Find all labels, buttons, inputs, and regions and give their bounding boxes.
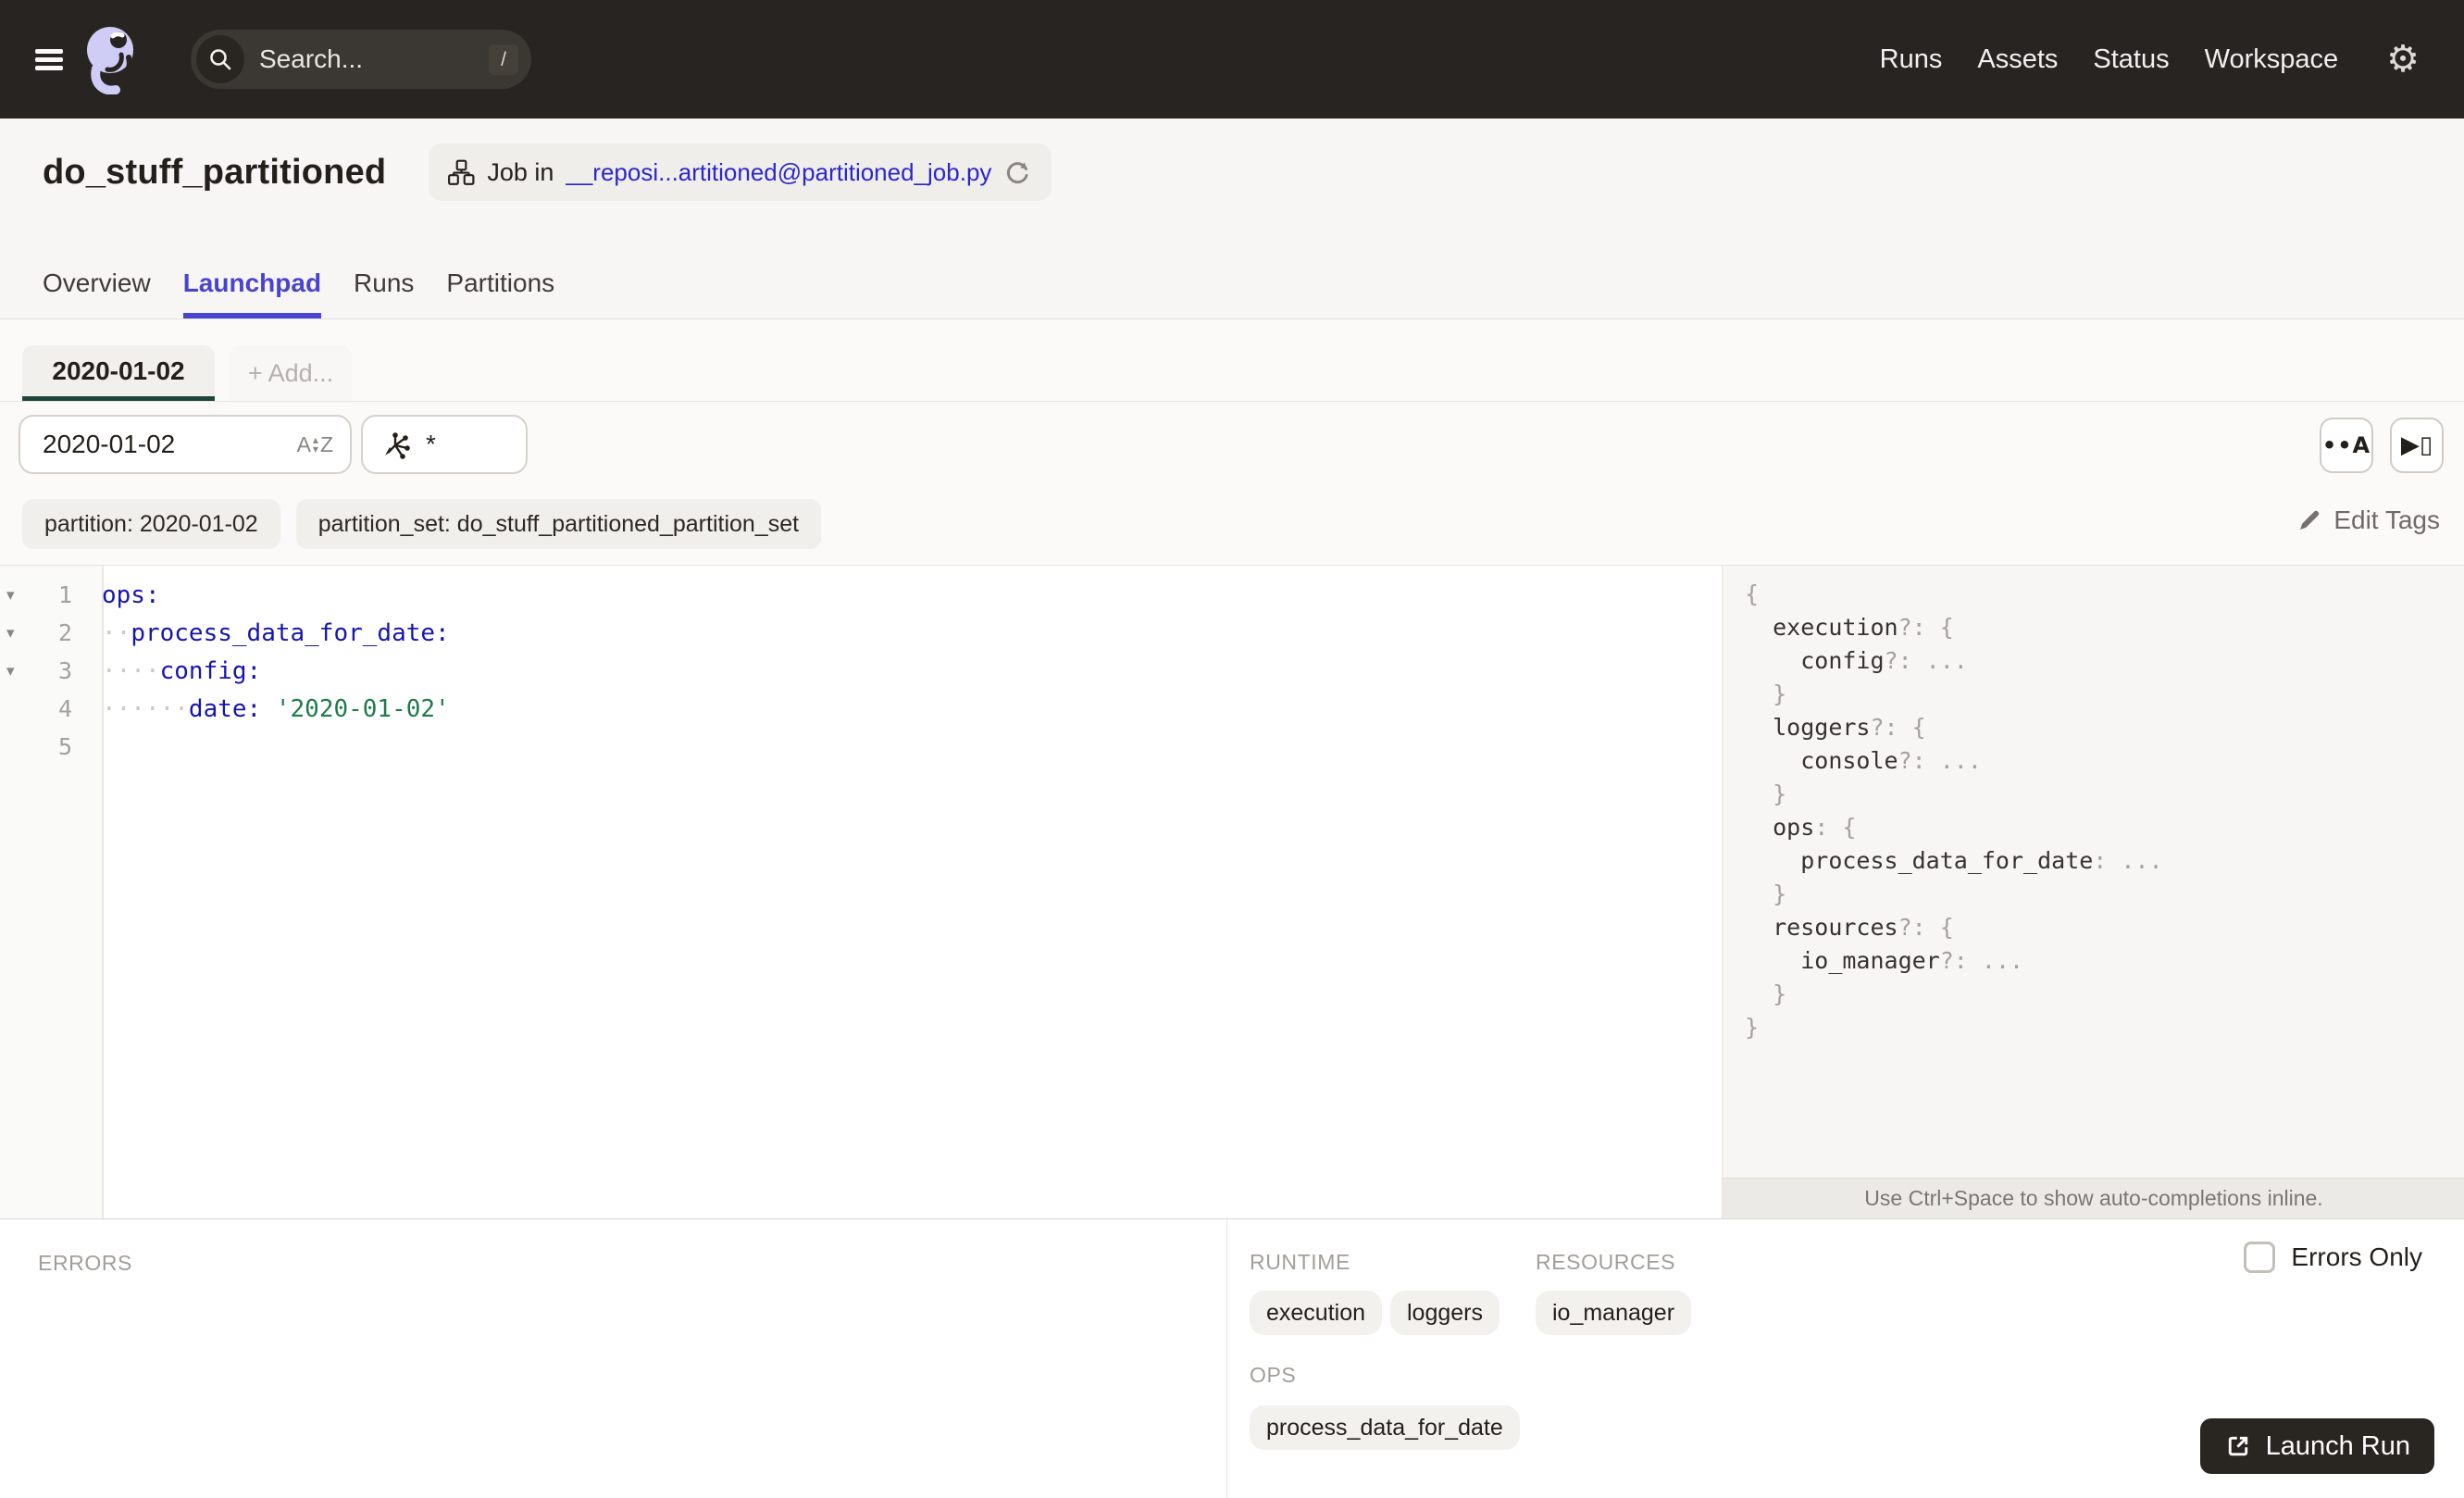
nav-status[interactable]: Status	[2093, 44, 2169, 75]
job-origin-prefix: Job in	[487, 157, 554, 186]
runtime-section-label: RUNTIME	[1250, 1250, 1350, 1274]
config-editor-region: ▾ 1 ops: ▾ 2 ··process_data_for_date: ▾ …	[0, 566, 2464, 1218]
fold-arrow-icon[interactable]: ▾	[0, 662, 26, 680]
search-shortcut-key: /	[489, 44, 518, 75]
op-graph-icon	[381, 429, 413, 460]
dagster-launchpad-page: / Runs Assets Status Workspace ⚙ do_stuf…	[0, 0, 2464, 1498]
editor-line: ▾ 3 ····config:	[0, 652, 1722, 690]
nav-assets[interactable]: Assets	[1977, 44, 2058, 75]
scaffold-config-button[interactable]: ▶▯	[2390, 418, 2444, 473]
fold-arrow-icon[interactable]: ▾	[0, 624, 26, 643]
job-tabs: Overview Launchpad Runs Partitions	[43, 268, 554, 318]
launch-run-label: Launch Run	[2265, 1430, 2410, 1461]
partition-selector[interactable]: A▴▾Z	[19, 415, 352, 474]
tags-row: partition: 2020-01-02 partition_set: do_…	[0, 491, 2464, 566]
editor-line: 5	[0, 728, 1722, 766]
tag-partition-set: partition_set: do_stuff_partitioned_part…	[295, 499, 822, 549]
errors-only-label: Errors Only	[2291, 1242, 2422, 1271]
reload-icon[interactable]	[1003, 157, 1033, 187]
partition-config-tab[interactable]: 2020-01-02	[22, 345, 215, 401]
page-title: do_stuff_partitioned	[43, 152, 387, 192]
edit-tags-label: Edit Tags	[2333, 506, 2440, 534]
op-selector[interactable]: *	[361, 415, 528, 474]
line-number: 5	[57, 733, 72, 760]
op-selector-query: *	[426, 430, 436, 458]
config-schema-tree: { execution?: { config?: ... } loggers?:…	[1745, 580, 2163, 1041]
editor-line: 4 ······date: '2020-01-02'	[0, 690, 1722, 728]
errors-pane: ERRORS	[0, 1219, 1227, 1498]
scope-chip-process-data-for-date[interactable]: process_data_for_date	[1250, 1405, 1520, 1450]
job-graph-icon	[447, 158, 475, 186]
nav-runs[interactable]: Runs	[1880, 44, 1943, 75]
job-origin-pill: Job in __reposi...artitioned@partitioned…	[429, 144, 1052, 201]
launch-external-icon	[2224, 1432, 2252, 1460]
errors-only-control: Errors Only	[2244, 1242, 2422, 1273]
errors-section-label: ERRORS	[38, 1251, 133, 1275]
toggle-autocomplete-button[interactable]: ••A	[2320, 418, 2373, 473]
add-config-tab[interactable]: + Add...	[230, 345, 352, 401]
bottom-panel: ERRORS	[0, 1218, 2464, 1498]
tab-launchpad[interactable]: Launchpad	[182, 268, 322, 318]
autocomplete-hint: Use Ctrl+Space to show auto-completions …	[1723, 1178, 2464, 1218]
editor-line: ▾ 2 ··process_data_for_date:	[0, 614, 1722, 652]
search-input[interactable]	[259, 44, 435, 74]
line-number: 4	[57, 695, 72, 722]
tab-partitions[interactable]: Partitions	[446, 268, 554, 318]
config-schema-panel: { execution?: { config?: ... } loggers?:…	[1722, 566, 2464, 1218]
launchpad-controls: A▴▾Z * ••A ▶▯	[0, 402, 2464, 491]
scope-chip-loggers[interactable]: loggers	[1390, 1291, 1500, 1335]
menu-icon[interactable]	[35, 48, 63, 70]
dagster-logo-icon[interactable]	[85, 24, 137, 94]
partition-selector-input[interactable]	[43, 430, 265, 459]
settings-gear-icon[interactable]: ⚙	[2386, 41, 2420, 78]
tab-overview[interactable]: Overview	[43, 268, 151, 318]
tag-partition: partition: 2020-01-02	[22, 499, 280, 549]
top-navigation-bar: / Runs Assets Status Workspace ⚙	[0, 0, 2464, 119]
launch-run-button[interactable]: Launch Run	[2199, 1418, 2434, 1474]
errors-only-checkbox[interactable]	[2244, 1242, 2276, 1273]
search-box[interactable]: /	[191, 30, 531, 89]
yaml-config-editor[interactable]: ▾ 1 ops: ▾ 2 ··process_data_for_date: ▾ …	[0, 576, 1722, 766]
job-header: do_stuff_partitioned Job in __reposi...a…	[0, 119, 2464, 319]
line-number: 2	[57, 619, 72, 646]
top-nav-links: Runs Assets Status Workspace ⚙	[1880, 41, 2420, 78]
edit-tags-button[interactable]: Edit Tags	[2296, 506, 2440, 535]
job-origin-link[interactable]: __reposi...artitioned@partitioned_job.py	[566, 158, 991, 187]
sort-az-icon: A ▴ ▾ Z	[296, 431, 333, 456]
launchpad-tab-strip: 2020-01-02 + Add...	[0, 319, 2464, 402]
line-number: 1	[57, 581, 72, 608]
fold-arrow-icon[interactable]: ▾	[0, 586, 26, 605]
tab-runs[interactable]: Runs	[354, 268, 414, 318]
ops-section-label: OPS	[1250, 1363, 1297, 1387]
resources-section-label: RESOURCES	[1536, 1250, 1676, 1274]
editor-line: ▾ 1 ops:	[0, 576, 1722, 614]
nav-workspace[interactable]: Workspace	[2205, 44, 2339, 75]
scope-chip-io-manager[interactable]: io_manager	[1536, 1291, 1692, 1335]
search-icon	[196, 35, 244, 83]
pencil-icon	[2296, 507, 2322, 533]
scope-chip-execution[interactable]: execution	[1250, 1291, 1383, 1335]
line-number: 3	[57, 657, 72, 684]
